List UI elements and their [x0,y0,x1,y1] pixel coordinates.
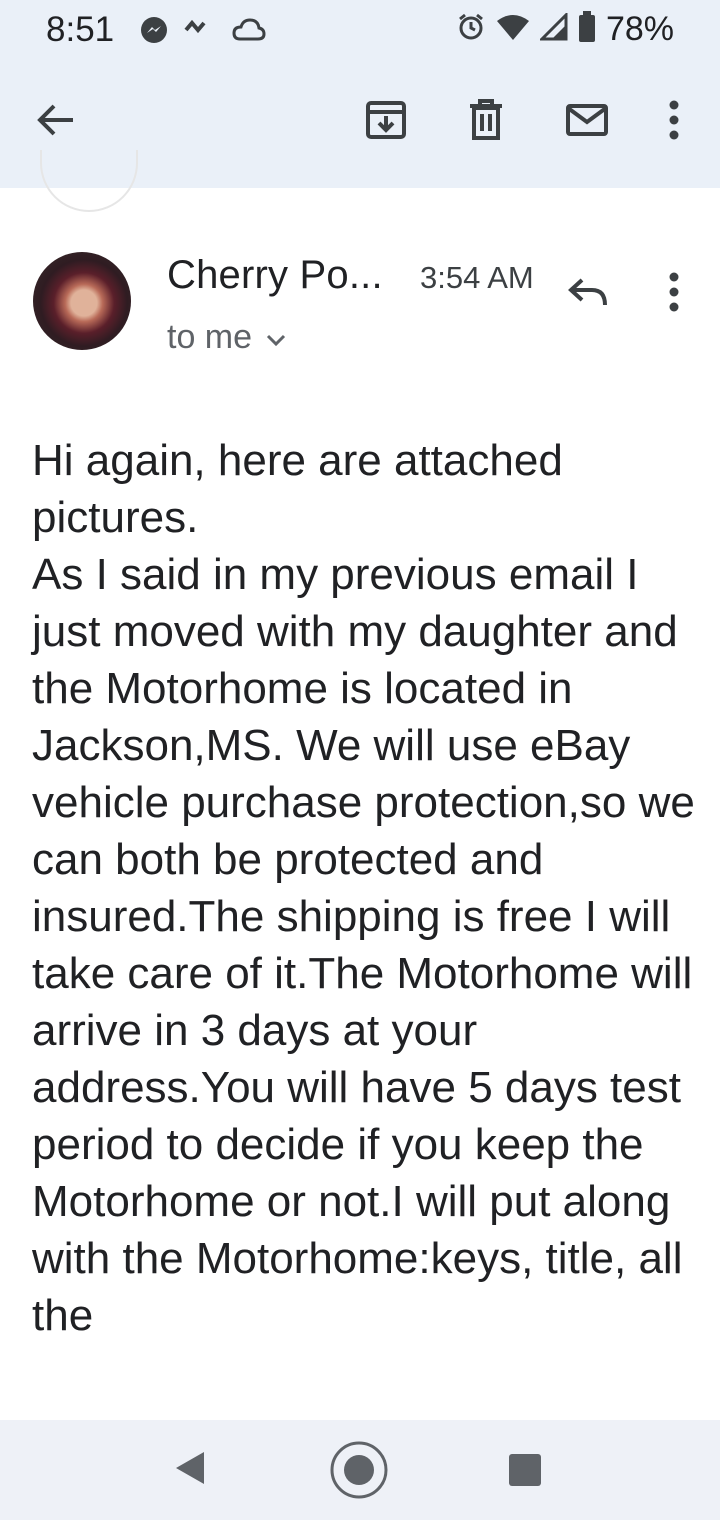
home-circle-icon [329,1441,389,1504]
system-icons: 78% [456,10,674,49]
message-more-button[interactable] [646,266,702,322]
recents-square-icon [508,1454,542,1491]
alarm-icon [456,12,486,47]
more-vert-icon [668,272,680,317]
status-time: 8:51 [46,10,115,49]
email-time: 3:54 AM [420,260,534,295]
signal-icon [538,11,568,46]
mark-unread-button[interactable] [557,92,617,152]
nav-back-button[interactable] [170,1448,214,1492]
notification-icons [140,16,266,49]
messenger-icon [140,16,168,49]
delete-icon [468,98,504,146]
more-options-button[interactable] [644,92,704,152]
sender-name[interactable]: Cherry Po... [167,253,383,298]
recipient-label: to me [167,318,253,356]
system-nav-bar [0,1420,720,1520]
status-bar: 8:51 78% [0,0,720,62]
chevron-down-icon [266,318,286,357]
reply-button[interactable] [560,266,616,322]
cloud-outline-icon [182,16,218,49]
cloud-icon [232,17,266,48]
previous-message-avatar [40,150,138,212]
nav-home-button[interactable] [329,1440,389,1500]
delete-button[interactable] [456,92,516,152]
nav-recents-button[interactable] [508,1453,544,1489]
back-triangle-icon [170,1452,210,1492]
battery-icon [578,11,596,48]
back-arrow-icon [36,102,76,143]
archive-button[interactable] [356,92,416,152]
reply-icon [568,277,608,312]
recipient-details[interactable]: to me [167,318,286,357]
email-body: Hi again, here are attached pictures. As… [32,436,695,1340]
mark-unread-icon [565,103,609,142]
battery-percent: 78% [605,10,674,48]
avatar[interactable] [33,252,131,350]
archive-icon [365,100,407,145]
more-vert-icon [668,100,680,145]
back-button[interactable] [26,92,86,152]
wifi-icon [496,13,530,46]
